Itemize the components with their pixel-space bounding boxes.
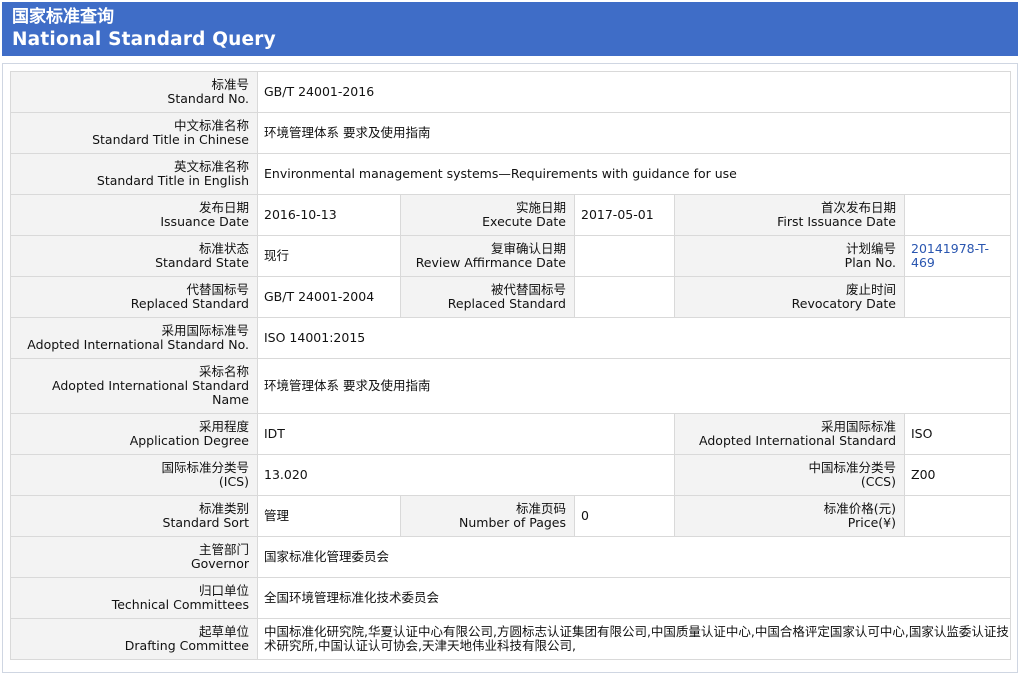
ccs-value: Z00 <box>903 454 1012 496</box>
replaced-by-label: 被代替国标号 Replaced Standard <box>400 276 575 318</box>
issuance-date-value: 2016-10-13 <box>257 194 401 236</box>
table-row: 发布日期 Issuance Date 2016-10-13 实施日期 Execute… <box>10 194 1012 236</box>
plan-no-link[interactable]: 20141978-T- 469 <box>903 235 1012 277</box>
pages-value: 0 <box>574 495 675 537</box>
table-row: 采用国际标准号 Adopted International Standard No… <box>10 317 1012 359</box>
standard-state-label: 标准状态 Standard State <box>10 235 258 277</box>
page-title-cn: 国家标准查询 <box>12 7 114 27</box>
title-cn-label: 中文标准名称 Standard Title in Chinese <box>10 112 258 154</box>
review-date-label: 复审确认日期 Review Affirmance Date <box>400 235 575 277</box>
governor-value: 国家标准化管理委员会 <box>256 536 1012 578</box>
adopted-name-label: 采标名称 Adopted International Standard Name <box>10 358 258 414</box>
page-header: 国家标准查询 National Standard Query <box>2 2 1018 56</box>
technical-committees-value: 全国环境管理标准化技术委员会 <box>256 577 1012 619</box>
table-row: 起草单位 Drafting Committee 中国标准化研究院,华夏认证中心有限… <box>10 618 1012 660</box>
first-issuance-date-value <box>903 194 1012 236</box>
technical-committees-label: 归口单位 Technical Committees <box>10 577 258 619</box>
title-cn-value: 环境管理体系 要求及使用指南 <box>256 112 1012 154</box>
table-row: 中文标准名称 Standard Title in Chinese 环境管理体系 要… <box>10 112 1012 154</box>
title-en-label: 英文标准名称 Standard Title in English <box>10 153 258 195</box>
governor-label: 主管部门 Governor <box>10 536 258 578</box>
table-row: 标准号 Standard No. GB/T 24001-2016 <box>10 71 1012 113</box>
standard-no-value: GB/T 24001-2016 <box>256 71 1012 113</box>
adopted-international-value: ISO <box>903 413 1012 455</box>
ics-label: 国际标准分类号 (ICS) <box>10 454 258 496</box>
standard-sort-value: 管理 <box>257 495 401 537</box>
adopted-international-label: 采用国际标准 Adopted International Standard <box>674 413 905 455</box>
execute-date-value: 2017-05-01 <box>574 194 675 236</box>
price-label: 标准价格(元) Price(¥) <box>674 495 905 537</box>
application-degree-label: 采用程度 Application Degree <box>10 413 258 455</box>
table-row: 标准状态 Standard State 现行 复审确认日期 Review Affir… <box>10 235 1012 277</box>
ics-value: 13.020 <box>257 454 675 496</box>
table-row: 采用程度 Application Degree IDT 采用国际标准 Adopted… <box>10 413 1012 455</box>
standard-detail-table: 标准号 Standard No. GB/T 24001-2016 中文标准名称 St… <box>10 71 1012 660</box>
issuance-date-label: 发布日期 Issuance Date <box>10 194 258 236</box>
standard-no-label: 标准号 Standard No. <box>10 71 258 113</box>
plan-no-label: 计划编号 Plan No. <box>674 235 905 277</box>
execute-date-label: 实施日期 Execute Date <box>400 194 575 236</box>
replaced-by-value <box>574 276 675 318</box>
table-row: 代替国标号 Replaced Standard GB/T 24001-2004 被… <box>10 276 1012 318</box>
table-row: 英文标准名称 Standard Title in English Environm… <box>10 153 1012 195</box>
drafting-committee-label: 起草单位 Drafting Committee <box>10 618 258 660</box>
standard-state-value: 现行 <box>257 235 401 277</box>
application-degree-value: IDT <box>257 413 675 455</box>
title-en-value: Environmental management systems—Require… <box>256 153 1012 195</box>
ccs-label: 中国标准分类号 (CCS) <box>674 454 905 496</box>
drafting-committee-value: 中国标准化研究院,华夏认证中心有限公司,方圆标志认证集团有限公司,中国质量认证中… <box>256 618 1012 660</box>
table-row: 标准类别 Standard Sort 管理 标准页码 Number of Pages… <box>10 495 1012 537</box>
replaced-standard-label: 代替国标号 Replaced Standard <box>10 276 258 318</box>
revocatory-date-value <box>903 276 1012 318</box>
adopted-standard-no-value: ISO 14001:2015 <box>256 317 1012 359</box>
adopted-name-value: 环境管理体系 要求及使用指南 <box>256 358 1012 414</box>
replaced-standard-value: GB/T 24001-2004 <box>257 276 401 318</box>
revocatory-date-label: 废止时间 Revocatory Date <box>674 276 905 318</box>
standard-sort-label: 标准类别 Standard Sort <box>10 495 258 537</box>
review-date-value <box>574 235 675 277</box>
table-row: 归口单位 Technical Committees 全国环境管理标准化技术委员会 <box>10 577 1012 619</box>
price-value <box>903 495 1012 537</box>
adopted-standard-no-label: 采用国际标准号 Adopted International Standard No… <box>10 317 258 359</box>
first-issuance-date-label: 首次发布日期 First Issuance Date <box>674 194 905 236</box>
page-title-en: National Standard Query <box>12 29 276 50</box>
table-row: 主管部门 Governor 国家标准化管理委员会 <box>10 536 1012 578</box>
table-row: 采标名称 Adopted International Standard Name 环… <box>10 358 1012 414</box>
table-row: 国际标准分类号 (ICS) 13.020 中国标准分类号 (CCS) Z00 <box>10 454 1012 496</box>
pages-label: 标准页码 Number of Pages <box>400 495 575 537</box>
